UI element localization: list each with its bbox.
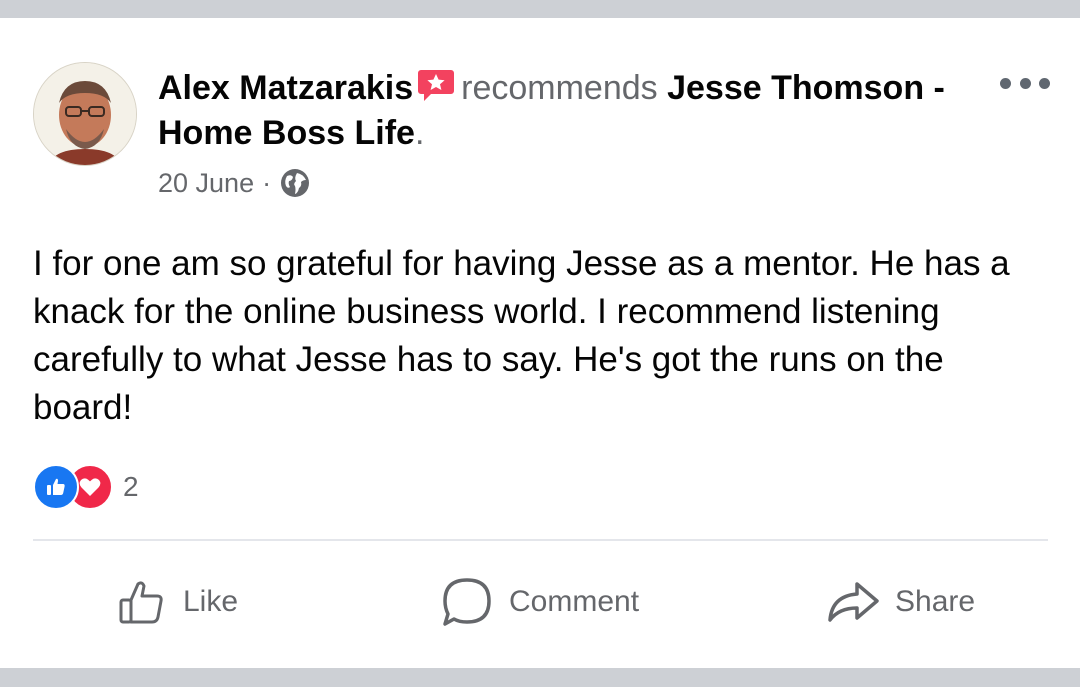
share-arrow-icon: [828, 582, 879, 622]
more-dot: [1019, 77, 1031, 89]
divider: [33, 539, 1048, 541]
share-button[interactable]: Share: [825, 554, 975, 650]
more-dot: [1039, 77, 1050, 89]
reactions-summary[interactable]: 2: [33, 464, 139, 510]
comment-icon: [443, 578, 491, 626]
post-meta: 20 June ·: [158, 165, 311, 201]
thumbs-up-icon: [119, 581, 163, 624]
reaction-count[interactable]: 2: [123, 471, 139, 503]
post-date[interactable]: 20 June: [158, 165, 254, 201]
author-name[interactable]: Alex Matzarakis: [158, 69, 413, 107]
share-label: Share: [895, 585, 976, 618]
globe-icon[interactable]: [279, 167, 311, 199]
like-button[interactable]: Like: [117, 554, 238, 650]
page: Alex Matzarakis recommends Jesse Thomson …: [0, 0, 1080, 687]
recommendation-star-icon: [417, 67, 455, 103]
comment-button[interactable]: Comment: [439, 554, 639, 650]
post-card: Alex Matzarakis recommends Jesse Thomson …: [0, 18, 1080, 668]
action-word: recommends: [461, 69, 658, 107]
more-options-icon[interactable]: [1000, 68, 1050, 98]
post-body: I for one am so grateful for having Jess…: [33, 244, 1010, 427]
more-dot: [1000, 77, 1011, 89]
avatar[interactable]: [33, 62, 137, 166]
post-header: Alex Matzarakis recommends Jesse Thomson …: [158, 66, 958, 156]
trailing-period: .: [414, 114, 425, 152]
meta-separator: ·: [262, 168, 272, 198]
action-bar: Like Comment Share: [33, 554, 1048, 650]
like-label: Like: [183, 585, 239, 618]
like-reaction-icon: [33, 464, 79, 510]
comment-label: Comment: [509, 585, 640, 618]
